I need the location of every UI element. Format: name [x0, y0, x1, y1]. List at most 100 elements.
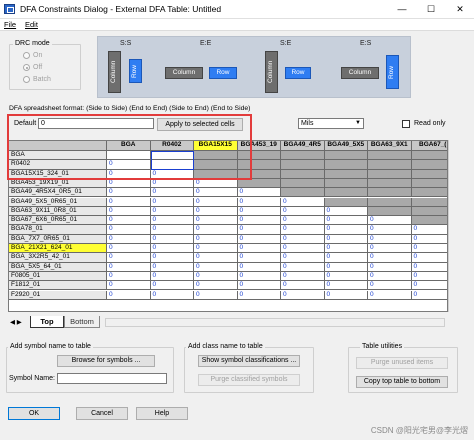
drc-batch-radio[interactable]: [23, 76, 30, 83]
column-header[interactable]: BGA49_4R5: [281, 141, 325, 151]
table-cell[interactable]: 0: [107, 234, 151, 244]
table-cell[interactable]: [324, 151, 368, 161]
table-cell[interactable]: 0: [150, 271, 194, 282]
table-cell[interactable]: [411, 160, 447, 170]
menu-edit[interactable]: Edit: [25, 20, 38, 29]
table-cell[interactable]: 0: [194, 281, 238, 291]
table-cell[interactable]: 0: [194, 188, 238, 198]
table-cell[interactable]: 0: [237, 253, 281, 263]
table-cell[interactable]: 0: [150, 178, 194, 189]
vertical-scrollbar[interactable]: [448, 140, 457, 312]
table-cell[interactable]: 0: [194, 216, 238, 226]
table-cell[interactable]: 0: [237, 225, 281, 235]
table-cell[interactable]: 0: [368, 290, 412, 300]
show-classifications-button[interactable]: Show symbol classifications ...: [198, 355, 300, 367]
table-cell[interactable]: 0: [281, 234, 325, 244]
tab-top[interactable]: Top: [30, 316, 64, 328]
table-cell[interactable]: 0: [107, 281, 151, 291]
row-header[interactable]: BGA_7X7_0R65_01: [9, 234, 107, 244]
read-only-checkbox[interactable]: [402, 120, 410, 128]
table-cell[interactable]: 0: [237, 206, 281, 217]
table-cell[interactable]: [411, 216, 447, 226]
table-cell[interactable]: [368, 169, 412, 179]
table-cell[interactable]: 0: [237, 216, 281, 226]
table-cell[interactable]: 0: [150, 281, 194, 291]
table-cell[interactable]: 0: [150, 262, 194, 272]
table-cell[interactable]: [237, 178, 281, 189]
table-cell[interactable]: 0: [237, 234, 281, 244]
table-cell[interactable]: 0: [324, 225, 368, 235]
symbol-name-input[interactable]: [57, 373, 167, 384]
table-cell[interactable]: 0: [368, 271, 412, 282]
table-cell[interactable]: [281, 160, 325, 170]
table-cell[interactable]: 0: [194, 225, 238, 235]
table-cell[interactable]: 0: [107, 188, 151, 198]
table-cell[interactable]: 0: [150, 206, 194, 217]
units-select[interactable]: Mils ▼: [298, 118, 364, 129]
horizontal-scrollbar[interactable]: [105, 318, 445, 327]
drc-on-radio[interactable]: [23, 52, 30, 59]
table-cell[interactable]: 0: [150, 216, 194, 226]
table-cell[interactable]: 0: [324, 271, 368, 282]
table-cell[interactable]: [281, 151, 325, 161]
table-cell[interactable]: [368, 197, 412, 207]
table-cell[interactable]: 0: [150, 290, 194, 300]
menu-file[interactable]: File: [4, 20, 16, 29]
column-header[interactable]: BGA63_9X1: [368, 141, 412, 151]
table-cell[interactable]: 0: [368, 216, 412, 226]
table-cell[interactable]: 0: [411, 263, 447, 272]
column-header[interactable]: BGA49_5X5: [324, 141, 368, 151]
table-cell[interactable]: 0: [194, 234, 238, 244]
table-cell[interactable]: 0: [194, 262, 238, 272]
ok-button[interactable]: OK: [8, 407, 60, 420]
table-cell[interactable]: [411, 197, 447, 207]
table-cell[interactable]: 0: [368, 234, 412, 244]
maximize-button[interactable]: ☐: [417, 0, 445, 18]
close-button[interactable]: ✕: [446, 0, 474, 18]
table-cell[interactable]: 0: [237, 281, 281, 291]
table-cell[interactable]: 0: [281, 225, 325, 235]
row-header[interactable]: BGA49_5X5_0R65_01: [9, 197, 107, 207]
row-header[interactable]: BGA63_9X11_0R8_01: [9, 206, 107, 217]
copy-top-to-bottom-button[interactable]: Copy top table to bottom: [356, 376, 448, 388]
table-cell[interactable]: 0: [411, 244, 447, 254]
table-cell[interactable]: 0: [150, 234, 194, 244]
table-cell[interactable]: [281, 178, 325, 189]
table-cell[interactable]: 0: [281, 197, 325, 207]
table-cell[interactable]: 0: [107, 197, 151, 207]
table-cell[interactable]: 0: [150, 225, 194, 235]
row-header[interactable]: BGA78_01: [9, 225, 107, 235]
column-header[interactable]: BGA67_(: [411, 141, 447, 151]
table-cell[interactable]: 0: [281, 281, 325, 291]
table-cell[interactable]: 0: [411, 225, 447, 235]
table-cell[interactable]: 0: [411, 235, 447, 244]
table-cell[interactable]: [324, 160, 368, 170]
table-cell[interactable]: [281, 169, 325, 179]
table-cell[interactable]: 0: [281, 253, 325, 263]
table-cell[interactable]: [324, 188, 368, 198]
row-header[interactable]: BGA453_19X19_01: [9, 178, 107, 189]
table-cell[interactable]: 0: [281, 271, 325, 282]
table-cell[interactable]: 0: [194, 271, 238, 282]
table-cell[interactable]: [324, 197, 368, 207]
table-cell[interactable]: [411, 188, 447, 198]
table-cell[interactable]: [281, 188, 325, 198]
table-cell[interactable]: 0: [411, 281, 447, 291]
table-cell[interactable]: [368, 188, 412, 198]
table-cell[interactable]: 0: [237, 271, 281, 282]
table-cell[interactable]: [368, 151, 412, 161]
table-cell[interactable]: 0: [411, 272, 447, 282]
table-cell[interactable]: 0: [411, 291, 447, 300]
table-cell[interactable]: 0: [237, 290, 281, 300]
table-cell[interactable]: [324, 169, 368, 179]
table-cell[interactable]: [324, 178, 368, 189]
table-cell[interactable]: 0: [324, 216, 368, 226]
table-cell[interactable]: 0: [324, 281, 368, 291]
row-header[interactable]: BGA_5X5_64_01: [9, 262, 107, 272]
table-cell[interactable]: 0: [324, 290, 368, 300]
table-cell[interactable]: 0: [281, 244, 325, 254]
table-cell[interactable]: 0: [368, 253, 412, 263]
table-cell[interactable]: 0: [194, 253, 238, 263]
table-cell[interactable]: 0: [368, 262, 412, 272]
table-cell[interactable]: [368, 160, 412, 170]
